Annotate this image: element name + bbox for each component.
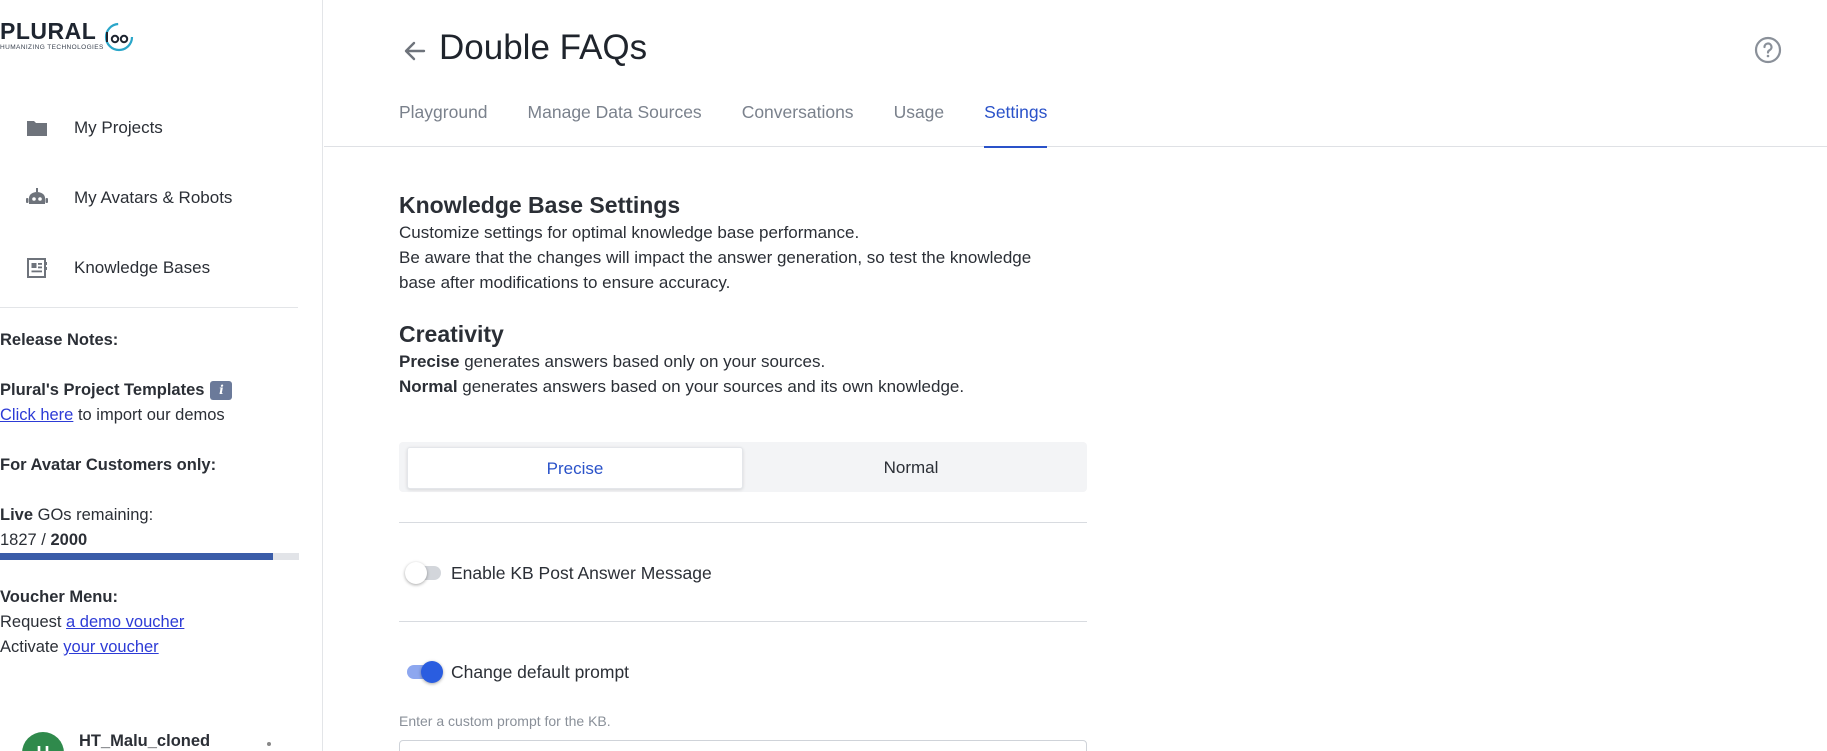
request-text: Request bbox=[0, 613, 67, 631]
sidebar-item-knowledge-bases[interactable]: Knowledge Bases bbox=[0, 243, 300, 293]
import-demos-row: Click here to import our demos bbox=[0, 406, 225, 425]
tab-playground[interactable]: Playground bbox=[399, 98, 488, 147]
logo-mark-icon bbox=[105, 22, 134, 52]
switch-knob bbox=[405, 562, 427, 584]
switch-knob bbox=[421, 661, 443, 683]
gos-remaining-row: Live GOs remaining: bbox=[0, 506, 153, 525]
sidebar-item-label: Knowledge Bases bbox=[74, 258, 211, 277]
prompt-hint: Enter a custom prompt for the KB. bbox=[399, 713, 611, 729]
avatar: H bbox=[22, 732, 64, 751]
page-header: Double FAQs Playground Manage Data Sourc… bbox=[324, 0, 1827, 148]
normal-desc: generates answers based on your sources … bbox=[457, 377, 965, 396]
sidebar-item-my-avatars-robots[interactable]: My Avatars & Robots bbox=[0, 173, 300, 223]
page-title: Double FAQs bbox=[439, 28, 648, 67]
creativity-segmented-control: Precise Normal bbox=[399, 442, 1087, 492]
back-arrow-icon[interactable] bbox=[402, 38, 428, 64]
folder-icon bbox=[26, 117, 48, 139]
sidebar-item-my-projects[interactable]: My Projects bbox=[0, 103, 300, 153]
live-label: Live bbox=[0, 506, 34, 524]
project-templates-title: Plural's Project Templates bbox=[0, 381, 205, 399]
release-notes-title: Release Notes: bbox=[0, 331, 119, 349]
sidebar-item-label: My Projects bbox=[74, 118, 163, 137]
demo-voucher-link[interactable]: a demo voucher bbox=[66, 613, 184, 631]
tab-manage-data-sources[interactable]: Manage Data Sources bbox=[528, 98, 702, 147]
tab-settings[interactable]: Settings bbox=[984, 98, 1048, 148]
gos-progress-bar bbox=[0, 553, 299, 560]
sidebar-item-label: My Avatars & Robots bbox=[74, 188, 233, 207]
knowledge-base-icon bbox=[26, 257, 48, 279]
robot-icon bbox=[26, 187, 48, 209]
brand-logo[interactable]: PLURAL HUMANIZING TECHNOLOGIES bbox=[0, 20, 134, 54]
user-profile[interactable]: H HT_Malu_cloned bbox=[22, 728, 282, 751]
kb-settings-title: Knowledge Base Settings bbox=[399, 192, 681, 218]
normal-option[interactable]: Normal bbox=[743, 447, 1079, 489]
normal-desc-row: Normal generates answers based on your s… bbox=[399, 374, 1089, 399]
sidebar: PLURAL HUMANIZING TECHNOLOGIES My Projec… bbox=[0, 0, 323, 751]
activate-text: Activate bbox=[0, 638, 64, 656]
project-templates-row: Plural's Project Templates i bbox=[0, 381, 233, 400]
default-prompt-toggle-row: Change default prompt bbox=[407, 659, 629, 685]
sidebar-divider bbox=[0, 307, 298, 308]
kb-settings-desc-2: Be aware that the changes will impact th… bbox=[399, 248, 1032, 267]
divider bbox=[399, 621, 1087, 622]
settings-content: Knowledge Base Settings Customize settin… bbox=[399, 190, 1089, 399]
gos-remaining-label: GOs remaining: bbox=[33, 506, 154, 524]
creativity-title: Creativity bbox=[399, 321, 504, 347]
user-name: HT_Malu_cloned bbox=[79, 732, 211, 750]
tab-conversations[interactable]: Conversations bbox=[742, 98, 854, 147]
gos-used: 1827 bbox=[0, 531, 37, 549]
divider bbox=[399, 522, 1087, 523]
gos-count-row: 1827 / 2000 bbox=[0, 531, 87, 550]
gos-separator: / bbox=[36, 531, 51, 549]
tab-bar: Playground Manage Data Sources Conversat… bbox=[399, 98, 1087, 148]
precise-desc: generates answers based only on your sou… bbox=[459, 352, 826, 371]
more-options-icon[interactable] bbox=[267, 742, 271, 746]
normal-bold: Normal bbox=[399, 377, 458, 396]
help-icon[interactable] bbox=[1754, 36, 1782, 64]
brand-name: PLURAL bbox=[0, 18, 97, 44]
kb-settings-desc-1: Customize settings for optimal knowledge… bbox=[399, 223, 860, 242]
post-answer-label: Enable KB Post Answer Message bbox=[451, 562, 712, 583]
gos-progress-fill bbox=[0, 553, 274, 560]
default-prompt-label: Change default prompt bbox=[451, 661, 630, 682]
precise-bold: Precise bbox=[399, 352, 460, 371]
gos-total: 2000 bbox=[50, 531, 88, 549]
brand-tagline: HUMANIZING TECHNOLOGIES bbox=[0, 44, 104, 51]
tab-usage[interactable]: Usage bbox=[894, 98, 945, 147]
precise-option[interactable]: Precise bbox=[407, 447, 743, 489]
info-icon[interactable]: i bbox=[210, 381, 233, 400]
your-voucher-link[interactable]: your voucher bbox=[63, 638, 158, 656]
avatar-customers-title: For Avatar Customers only: bbox=[0, 456, 217, 474]
activate-voucher-row: Activate your voucher bbox=[0, 638, 159, 657]
precise-desc-row: Precise generates answers based only on … bbox=[399, 349, 1089, 374]
import-demos-text: to import our demos bbox=[73, 406, 225, 424]
voucher-menu-title: Voucher Menu: bbox=[0, 588, 118, 606]
post-answer-switch[interactable] bbox=[405, 562, 441, 584]
request-voucher-row: Request a demo voucher bbox=[0, 613, 184, 632]
post-answer-toggle-row: Enable KB Post Answer Message bbox=[405, 560, 712, 586]
default-prompt-switch[interactable] bbox=[407, 661, 443, 683]
custom-prompt-input[interactable] bbox=[399, 740, 1087, 751]
kb-settings-desc-3: base after modifications to ensure accur… bbox=[399, 273, 731, 292]
click-here-link[interactable]: Click here bbox=[0, 406, 73, 424]
